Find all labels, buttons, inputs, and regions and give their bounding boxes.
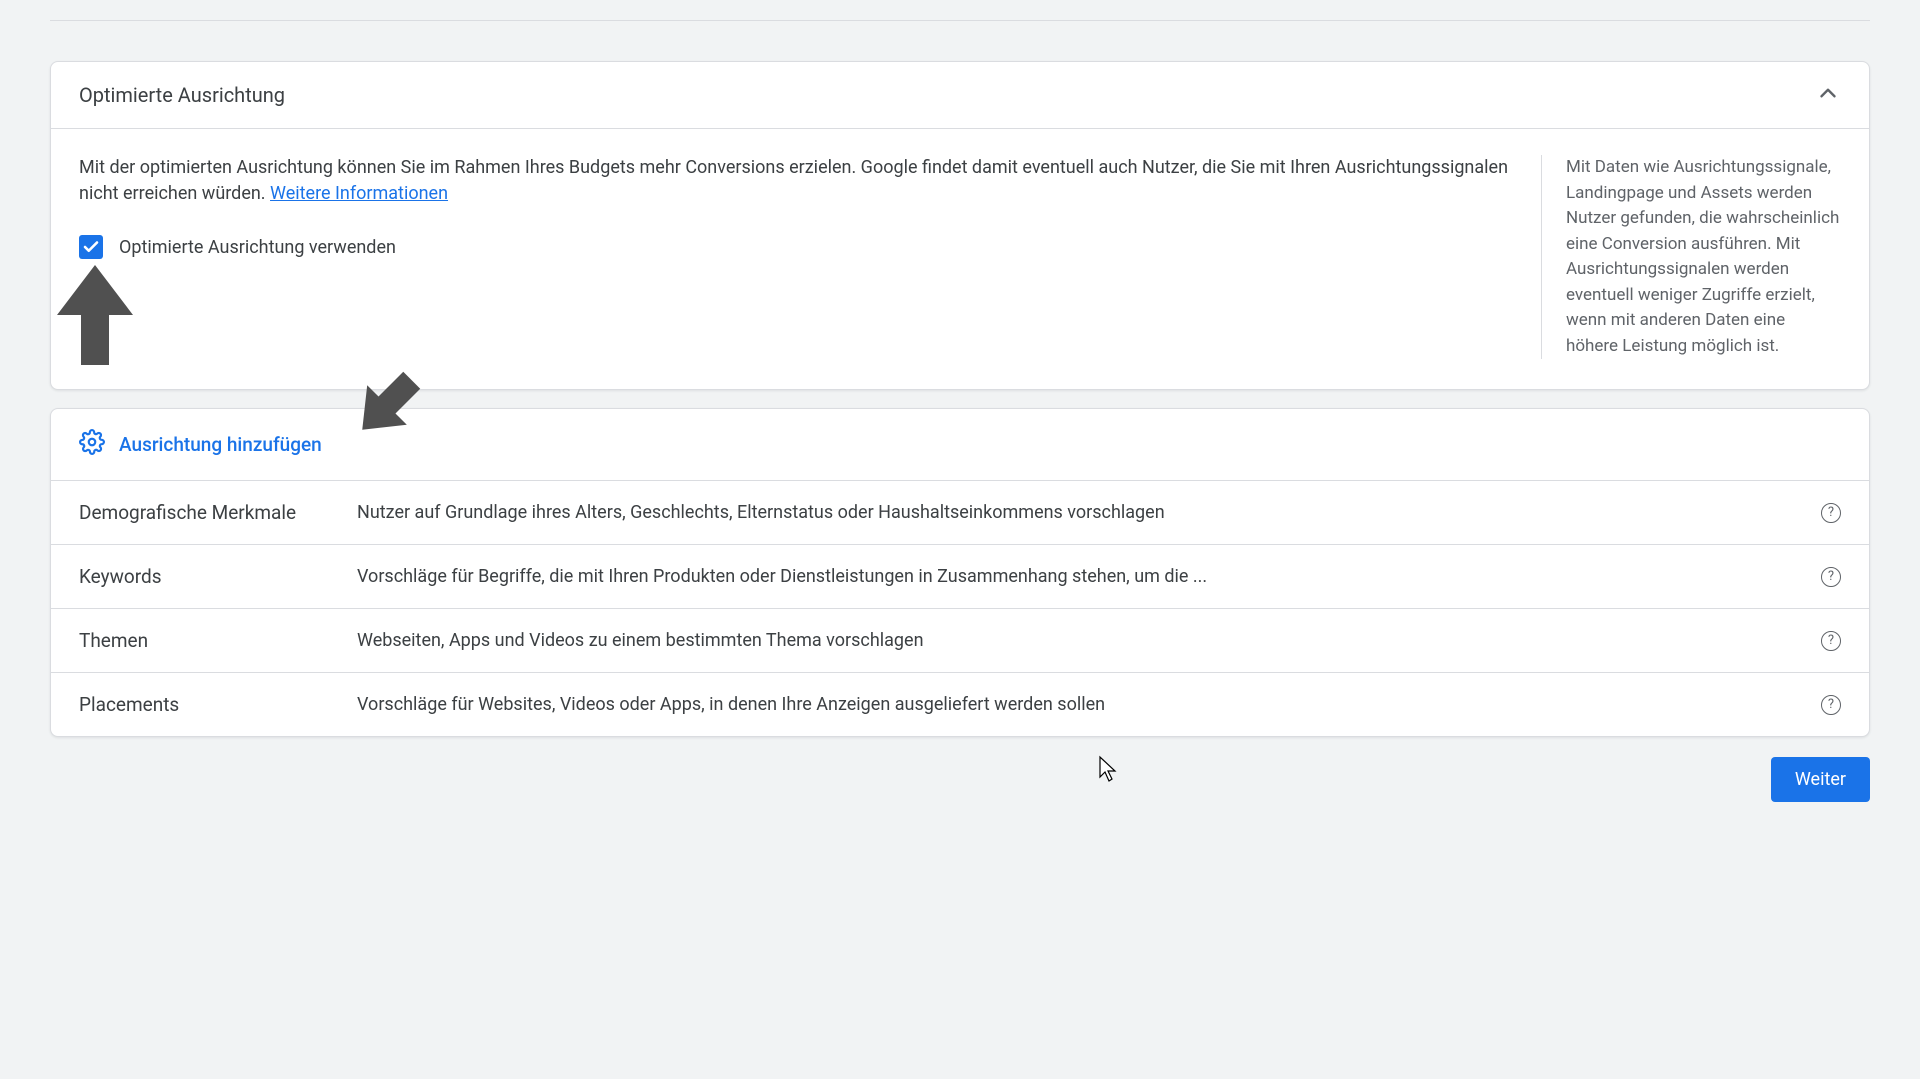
side-info-text: Mit Daten wie Ausrichtungssignale, Landi… (1541, 155, 1841, 359)
option-desc: Vorschläge für Begriffe, die mit Ihren P… (357, 566, 1793, 587)
help-icon[interactable]: ? (1821, 567, 1841, 587)
checkbox-row: Optimierte Ausrichtung verwenden (79, 235, 1519, 259)
gear-icon (79, 429, 105, 460)
top-divider (50, 20, 1870, 21)
optimized-targeting-card: Optimierte Ausrichtung Mit der optimiert… (50, 61, 1870, 390)
card-body: Mit der optimierten Ausrichtung können S… (51, 129, 1869, 389)
option-placements[interactable]: Placements Vorschläge für Websites, Vide… (51, 672, 1869, 736)
add-targeting-card: Ausrichtung hinzufügen Demografische Mer… (50, 408, 1870, 737)
option-desc: Vorschläge für Websites, Videos oder App… (357, 694, 1801, 715)
card-header[interactable]: Optimierte Ausrichtung (51, 62, 1869, 129)
help-icon[interactable]: ? (1821, 631, 1841, 651)
help-icon[interactable]: ? (1821, 695, 1841, 715)
option-desc: Webseiten, Apps und Videos zu einem best… (357, 630, 1801, 651)
option-demographics[interactable]: Demografische Merkmale Nutzer auf Grundl… (51, 480, 1869, 544)
learn-more-link[interactable]: Weitere Informationen (270, 183, 448, 204)
option-desc: Nutzer auf Grundlage ihres Alters, Gesch… (357, 502, 1801, 523)
help-icon[interactable]: ? (1821, 503, 1841, 523)
option-label: Themen (79, 629, 349, 652)
card-title: Optimierte Ausrichtung (79, 83, 285, 107)
main-column: Mit der optimierten Ausrichtung können S… (79, 155, 1519, 359)
description-text: Mit der optimierten Ausrichtung können S… (79, 155, 1519, 207)
continue-button[interactable]: Weiter (1771, 757, 1870, 802)
option-label: Placements (79, 693, 349, 716)
option-topics[interactable]: Themen Webseiten, Apps und Videos zu ein… (51, 608, 1869, 672)
cursor-icon (1098, 755, 1118, 787)
option-label: Demografische Merkmale (79, 501, 349, 524)
use-optimized-targeting-checkbox[interactable] (79, 235, 103, 259)
add-targeting-label: Ausrichtung hinzufügen (119, 433, 322, 456)
annotation-arrow-diagonal-icon (337, 365, 437, 449)
add-targeting-button[interactable]: Ausrichtung hinzufügen (51, 409, 1869, 480)
footer: Weiter (50, 757, 1870, 802)
checkbox-label: Optimierte Ausrichtung verwenden (119, 237, 396, 258)
option-label: Keywords (79, 565, 349, 588)
option-keywords[interactable]: Keywords Vorschläge für Begriffe, die mi… (51, 544, 1869, 608)
chevron-up-icon[interactable] (1815, 80, 1841, 110)
annotation-arrow-up-icon (57, 265, 133, 369)
